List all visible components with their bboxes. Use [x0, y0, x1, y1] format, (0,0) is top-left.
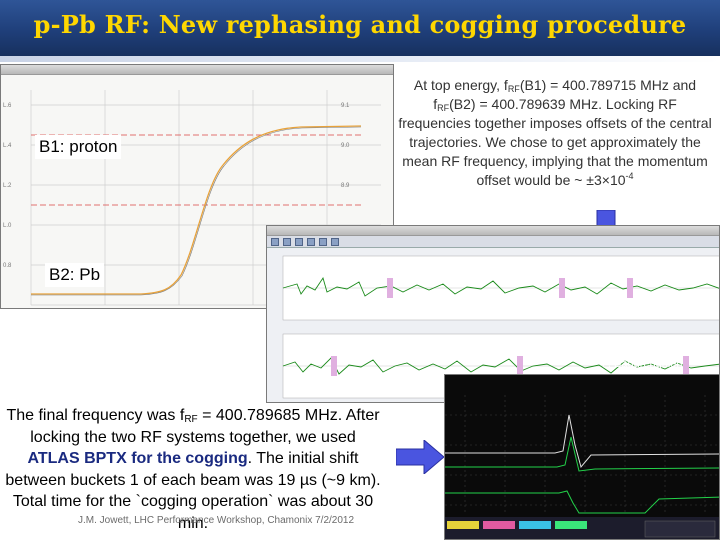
svg-text:L.4: L.4 [3, 143, 12, 149]
svg-text:L.6: L.6 [3, 103, 12, 109]
svg-text:9.0: 9.0 [341, 143, 350, 149]
svg-text:8.9: 8.9 [341, 183, 350, 189]
arrow-right-icon [396, 440, 444, 474]
svg-text:L.2: L.2 [3, 183, 12, 189]
slide-footer: J.M. Jowett, LHC Performance Workshop, C… [78, 515, 355, 526]
atlas-bptx-highlight: ATLAS BPTX for the cogging [27, 450, 248, 467]
oscilloscope-screenshot: P. Baudrenghien [444, 374, 720, 540]
bpm-window-titlebar [267, 226, 719, 236]
title-bar: p-Pb RF: New rephasing and cogging proce… [0, 0, 720, 62]
b1-label: B1: proton [35, 135, 122, 159]
svg-text:9.1: 9.1 [341, 103, 350, 109]
image-credit-overlay: P. Baudrenghien [602, 358, 683, 370]
slide-title: p-Pb RF: New rephasing and cogging proce… [33, 10, 687, 39]
svg-text:0.8: 0.8 [3, 263, 12, 269]
plot-window-titlebar [1, 65, 393, 75]
svg-text:L.0: L.0 [3, 223, 12, 229]
bpm-toolbar [267, 236, 719, 248]
oscilloscope-display [445, 375, 719, 539]
rf-frequency-paragraph: At top energy, fRF(B1) = 400.789715 MHz … [398, 77, 712, 188]
b2-label: B2: Pb [45, 263, 105, 287]
